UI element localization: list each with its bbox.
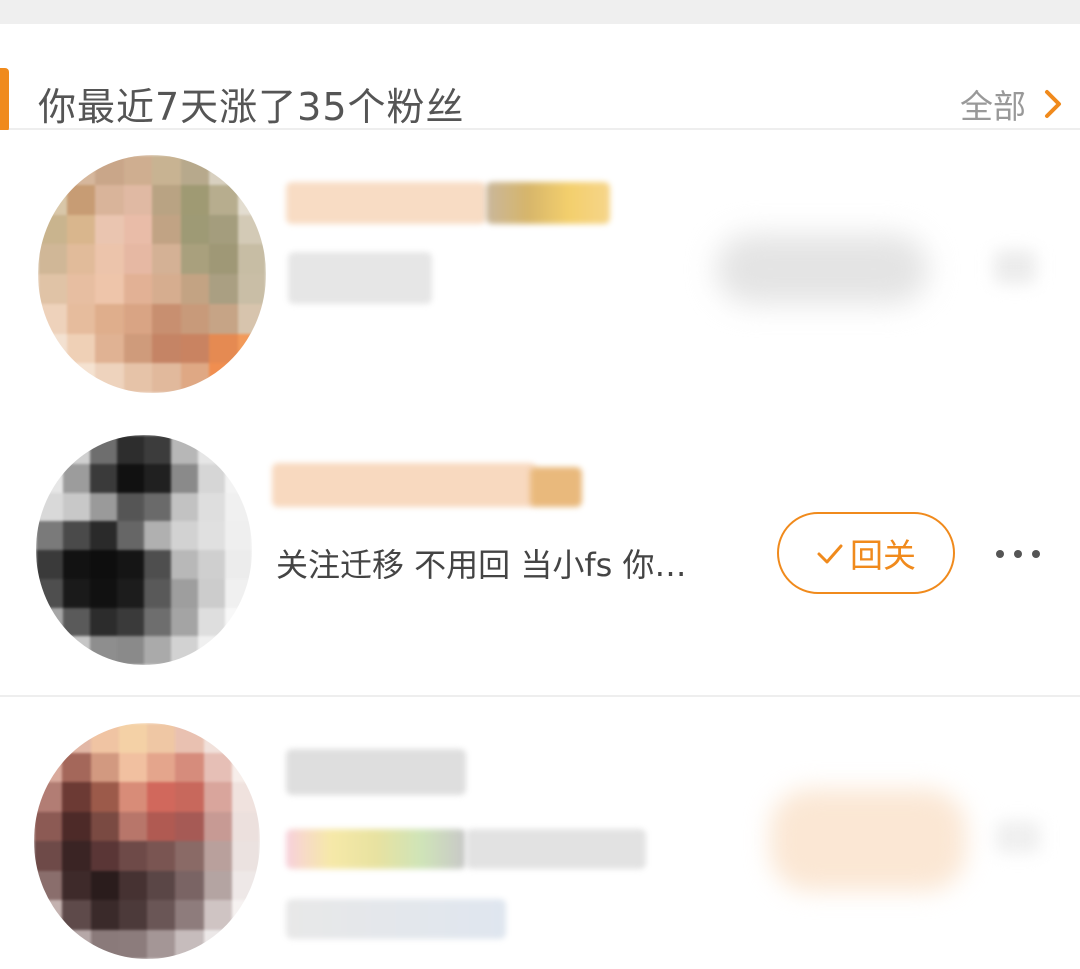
fans-summary-header: 你最近7天涨了35个粉丝 全部 <box>0 24 1080 132</box>
more-dots-icon[interactable] <box>996 536 1040 572</box>
fan-description: 关注迁移 不用回 当小fs 你… <box>276 546 687 584</box>
follow-back-label: 回关 <box>850 536 916 575</box>
view-all-link[interactable]: 全部 <box>960 80 1062 128</box>
fan-subtitle <box>286 899 506 939</box>
fan-subtitle <box>288 252 432 304</box>
follow-back-button[interactable] <box>716 234 928 304</box>
accent-bar <box>0 68 9 132</box>
verification-badges <box>486 182 610 224</box>
follow-back-button[interactable]: 回关 <box>777 512 955 594</box>
verification-badge <box>530 467 582 507</box>
top-spacer <box>0 0 1080 24</box>
check-icon <box>816 534 844 573</box>
fan-list-item[interactable] <box>0 697 1080 969</box>
follow-back-button[interactable] <box>770 789 966 891</box>
avatar[interactable] <box>38 155 266 393</box>
fans-summary-title: 你最近7天涨了35个粉丝 <box>38 85 465 129</box>
chevron-right-icon <box>1044 89 1062 119</box>
fan-tags <box>466 829 646 869</box>
avatar[interactable] <box>34 723 260 959</box>
fan-list-item[interactable] <box>0 130 1080 413</box>
fan-name[interactable] <box>286 182 486 224</box>
verification-badges <box>286 829 466 869</box>
fan-name[interactable] <box>272 463 536 507</box>
more-button[interactable] <box>996 821 1040 853</box>
fan-name[interactable] <box>286 749 466 795</box>
avatar[interactable] <box>36 435 252 665</box>
view-all-label: 全部 <box>960 87 1026 126</box>
more-button[interactable] <box>994 250 1036 284</box>
